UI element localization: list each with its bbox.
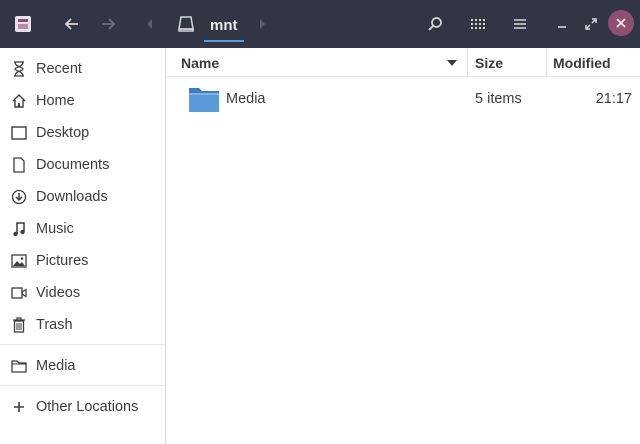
arrow-left-icon — [64, 18, 78, 30]
plus-icon — [11, 399, 27, 415]
maximize-button[interactable] — [581, 12, 601, 36]
sidebar-item-videos[interactable]: Videos — [0, 279, 165, 307]
drive-icon — [178, 16, 194, 32]
sidebar-item-pictures[interactable]: Pictures — [0, 247, 165, 275]
sidebar-item-trash[interactable]: Trash — [0, 311, 165, 339]
desktop-icon — [11, 125, 27, 141]
file-name: Media — [226, 91, 266, 107]
sidebar-item-home[interactable]: Home — [0, 87, 165, 115]
sort-descending-icon[interactable] — [447, 59, 457, 67]
chevron-left-icon — [147, 19, 152, 29]
clock-icon — [11, 61, 27, 77]
grid-view-icon — [471, 19, 485, 29]
sidebar-item-label: Desktop — [36, 125, 90, 141]
sidebar-item-label: Home — [36, 93, 75, 109]
sidebar-item-documents[interactable]: Documents — [0, 151, 165, 179]
trash-icon — [11, 317, 27, 333]
files-app-icon[interactable] — [12, 13, 34, 35]
sidebar-item-label: Media — [36, 358, 76, 374]
places-sidebar: Recent Home Desktop Documents Downloads — [0, 48, 166, 444]
chevron-right-icon — [260, 19, 265, 29]
column-header-row: Name Size Modified — [166, 48, 640, 77]
column-header-modified[interactable]: Modified — [546, 48, 640, 77]
sidebar-item-downloads[interactable]: Downloads — [0, 183, 165, 211]
maximize-icon — [585, 18, 597, 30]
sidebar-item-label: Documents — [36, 157, 110, 173]
column-header-modified-label: Modified — [553, 54, 611, 71]
path-active-indicator — [204, 40, 244, 42]
file-size: 5 items — [475, 91, 522, 107]
column-header-name[interactable]: Name — [166, 48, 467, 77]
column-header-size-label: Size — [475, 54, 504, 71]
path-button-current[interactable]: mnt — [204, 10, 244, 42]
folder-icon — [11, 358, 27, 374]
sidebar-item-recent[interactable]: Recent — [0, 55, 165, 83]
column-header-name-label: Name — [181, 54, 220, 71]
sidebar-item-label: Other Locations — [36, 399, 139, 415]
forward-button[interactable] — [96, 12, 120, 36]
sidebar-item-music[interactable]: Music — [0, 215, 165, 243]
close-button[interactable] — [608, 10, 634, 36]
file-manager-window: mnt Recent Home Desktop Documents Downlo… — [0, 0, 640, 444]
sidebar-item-desktop[interactable]: Desktop — [0, 119, 165, 147]
sidebar-separator — [0, 344, 165, 345]
path-scroll-left-button[interactable] — [142, 14, 156, 34]
file-modified: 21:17 — [595, 91, 632, 107]
column-header-size[interactable]: Size — [467, 48, 546, 77]
arrow-right-icon — [102, 18, 116, 30]
menu-button[interactable] — [507, 12, 533, 36]
folder-icon — [189, 88, 219, 112]
video-icon — [11, 285, 27, 301]
back-button[interactable] — [60, 12, 84, 36]
view-toggle-button[interactable] — [465, 12, 491, 36]
music-icon — [11, 221, 27, 237]
search-button[interactable] — [422, 12, 448, 36]
search-icon — [428, 17, 442, 31]
hamburger-menu-icon — [514, 19, 526, 29]
drive-path-button[interactable] — [174, 12, 198, 36]
minimize-icon — [558, 26, 566, 28]
sidebar-item-other-locations[interactable]: Other Locations — [0, 393, 165, 421]
file-list-view: Name Size Modified Media 5 items 21:17 — [166, 48, 640, 444]
sidebar-item-label: Recent — [36, 61, 82, 77]
sidebar-item-label: Videos — [36, 285, 81, 301]
path-current-label: mnt — [210, 16, 238, 34]
header-bar: mnt — [0, 0, 640, 48]
sidebar-item-media[interactable]: Media — [0, 352, 165, 380]
close-icon — [616, 18, 626, 28]
sidebar-item-label: Music — [36, 221, 74, 237]
file-row[interactable]: Media 5 items 21:17 — [166, 79, 640, 119]
home-icon — [11, 93, 27, 109]
document-icon — [11, 157, 27, 173]
sidebar-item-label: Pictures — [36, 253, 89, 269]
sidebar-separator — [0, 385, 165, 386]
minimize-button[interactable] — [552, 12, 572, 36]
sidebar-item-label: Downloads — [36, 189, 108, 205]
download-icon — [11, 189, 27, 205]
pictures-icon — [11, 253, 27, 269]
path-scroll-right-button[interactable] — [256, 14, 270, 34]
sidebar-item-label: Trash — [36, 317, 73, 333]
